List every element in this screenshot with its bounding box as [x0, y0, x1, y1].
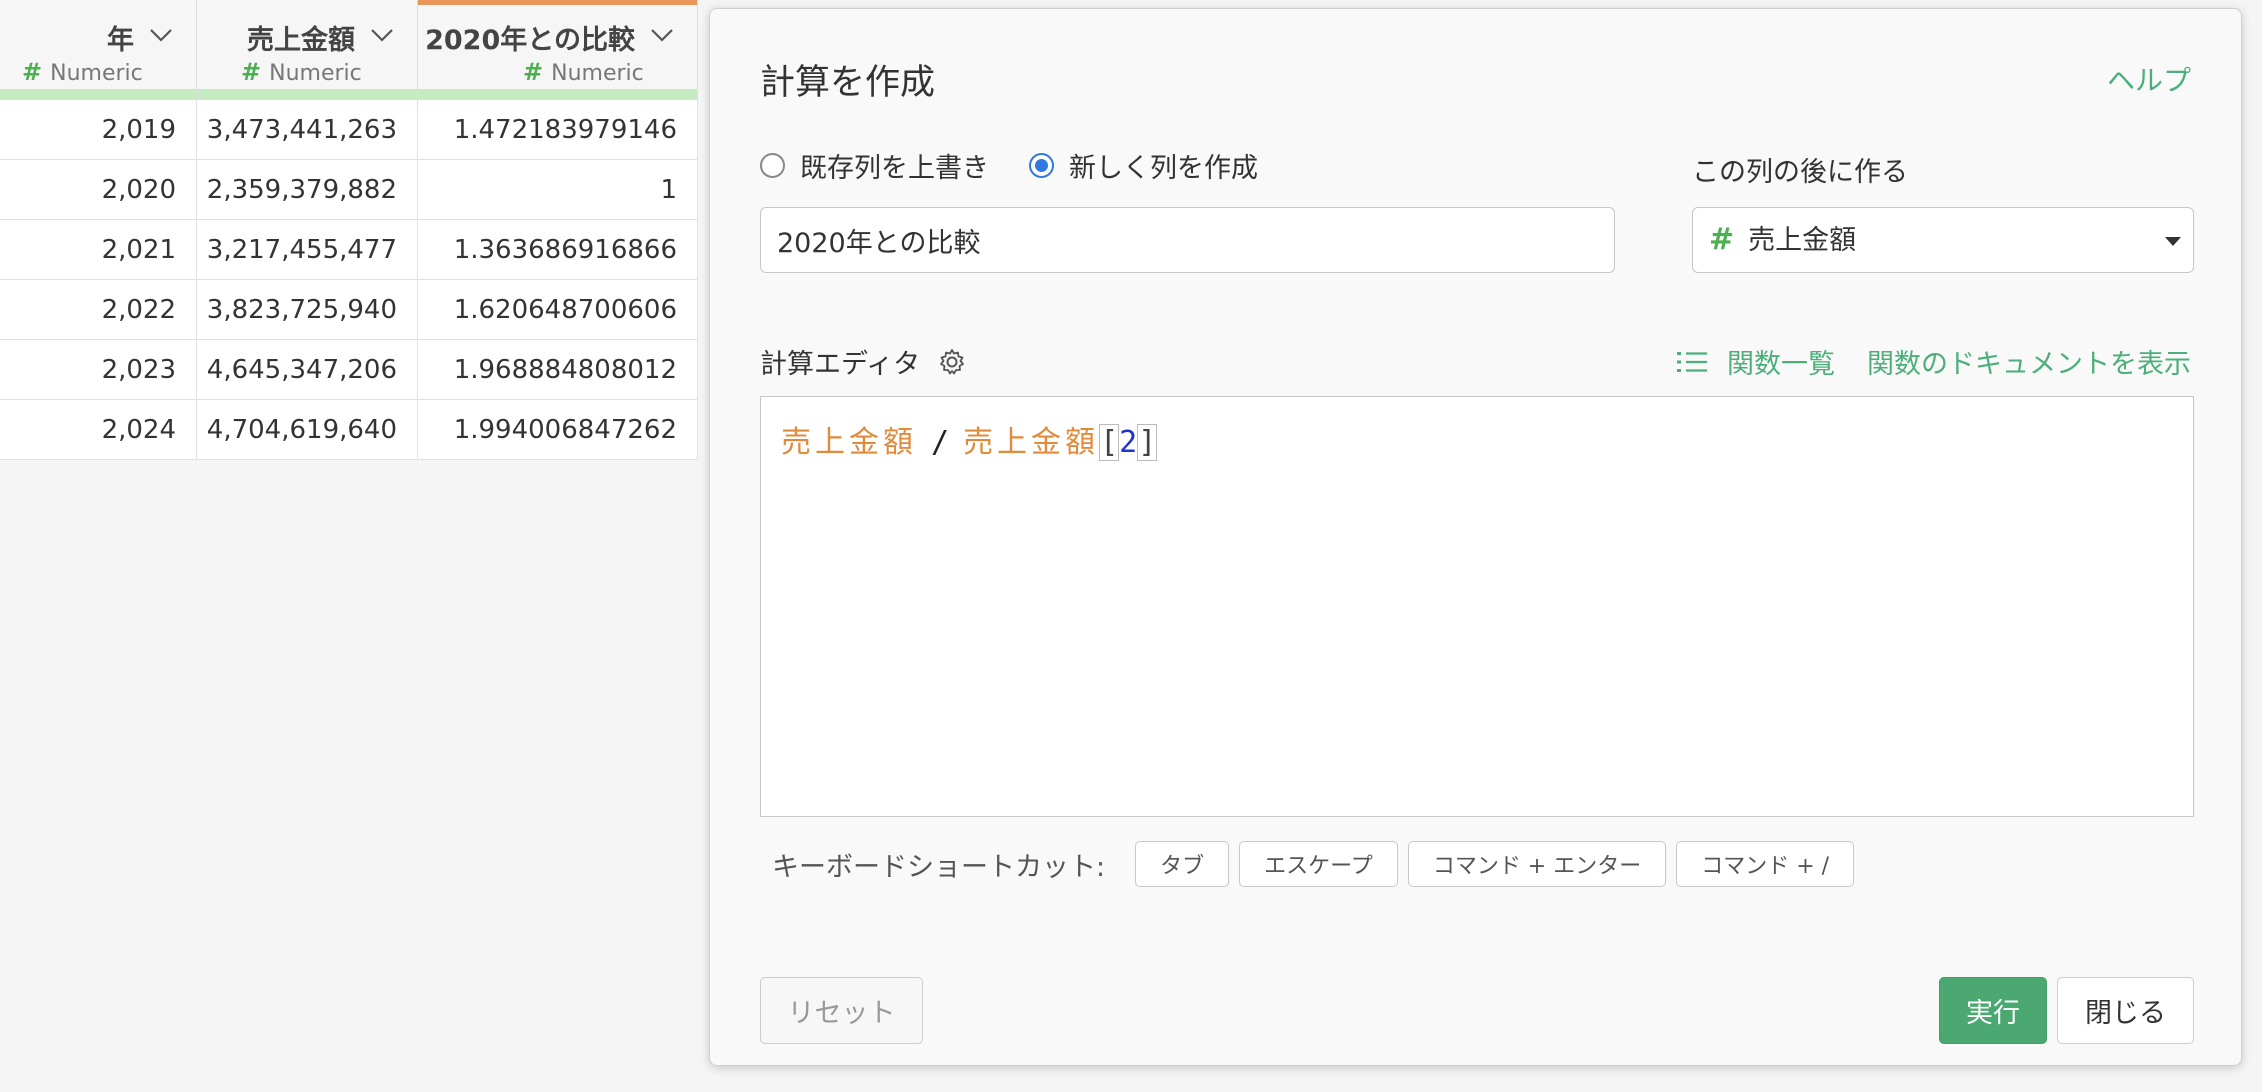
new-column-label: 新しく列を作成: [1069, 153, 1258, 184]
shortcut-key: コマンド + /: [1676, 841, 1855, 887]
column-type-label: Numeric: [50, 61, 143, 86]
expression-column-token: 売上金額: [963, 425, 1100, 460]
table-cell[interactable]: 2,024: [0, 400, 197, 459]
expression-bracket: ]: [1137, 424, 1158, 461]
shortcut-label: キーボードショートカット:: [772, 851, 1106, 883]
expression-bracket: [: [1099, 424, 1120, 461]
table-cell[interactable]: 3,823,725,940: [197, 280, 418, 339]
column-header-comparison[interactable]: 2020年との比較 # Numeric: [418, 0, 698, 99]
table-cell[interactable]: 2,021: [0, 220, 197, 279]
table-cell[interactable]: 2,359,379,882: [197, 160, 418, 219]
column-type-label: Numeric: [551, 61, 644, 86]
table-cell[interactable]: 4,645,347,206: [197, 340, 418, 399]
table-row: 2,022 3,823,725,940 1.620648700606: [0, 280, 698, 340]
data-grid: 年 # Numeric 売上金額 # Numeric 2020年との比較 # Nume…: [0, 0, 698, 460]
column-type: # Numeric: [241, 58, 362, 86]
list-icon: [1677, 351, 1707, 372]
dropdown-caret-icon: [2165, 237, 2181, 246]
table-cell[interactable]: 4,704,619,640: [197, 400, 418, 459]
column-header-year[interactable]: 年 # Numeric: [0, 0, 197, 99]
numeric-hash-icon: #: [1709, 222, 1735, 257]
function-links: 関数一覧 関数のドキュメントを表示: [1677, 342, 2191, 381]
table-cell[interactable]: 1: [418, 160, 698, 219]
insert-after-select[interactable]: # 売上金額: [1692, 207, 2194, 273]
table-row: 2,020 2,359,379,882 1: [0, 160, 698, 220]
reset-button[interactable]: リセット: [760, 977, 923, 1044]
table-row: 2,024 4,704,619,640 1.994006847262: [0, 400, 698, 460]
gear-icon[interactable]: [938, 348, 966, 376]
column-name-input[interactable]: [760, 207, 1615, 273]
chevron-down-icon[interactable]: [148, 26, 174, 44]
editor-label: 計算エディタ: [760, 349, 921, 380]
table-cell[interactable]: 1.620648700606: [418, 280, 698, 339]
function-list-link[interactable]: 関数一覧: [1727, 342, 1835, 381]
chevron-down-icon[interactable]: [649, 26, 675, 44]
grid-header: 年 # Numeric 売上金額 # Numeric 2020年との比較 # Nume…: [0, 0, 698, 100]
table-cell[interactable]: 1.968884808012: [418, 340, 698, 399]
shortcut-key: コマンド + エンター: [1407, 841, 1667, 887]
numeric-hash-icon: #: [523, 58, 544, 86]
chevron-down-icon[interactable]: [369, 26, 395, 44]
overwrite-radio[interactable]: [760, 153, 785, 178]
column-type: # Numeric: [22, 58, 143, 86]
table-cell[interactable]: 2,020: [0, 160, 197, 219]
column-name: 売上金額: [247, 25, 355, 56]
numeric-hash-icon: #: [22, 58, 43, 86]
mode-radio-group: 既存列を上書き 新しく列を作成: [760, 146, 1298, 185]
table-row: 2,021 3,217,455,477 1.363686916866: [0, 220, 698, 280]
create-calculation-dialog: 計算を作成 ヘルプ 既存列を上書き 新しく列を作成 この列の後に作る # 売上金額…: [709, 8, 2242, 1066]
table-cell[interactable]: 2,019: [0, 100, 197, 159]
column-name: 2020年との比較: [425, 25, 635, 56]
table-cell[interactable]: 1.994006847262: [418, 400, 698, 459]
data-quality-bar: [418, 89, 697, 99]
new-column-radio[interactable]: [1029, 153, 1054, 178]
table-row: 2,023 4,645,347,206 1.968884808012: [0, 340, 698, 400]
selected-column: 売上金額: [1748, 225, 1857, 256]
function-docs-link[interactable]: 関数のドキュメントを表示: [1867, 342, 2191, 381]
expression-index: 2: [1119, 425, 1138, 460]
table-cell[interactable]: 3,217,455,477: [197, 220, 418, 279]
column-type-label: Numeric: [269, 61, 362, 86]
table-cell[interactable]: 2,023: [0, 340, 197, 399]
expression-operator: /: [931, 425, 950, 460]
table-cell[interactable]: 2,022: [0, 280, 197, 339]
shortcut-key: エスケープ: [1239, 841, 1398, 887]
column-name: 年: [107, 25, 134, 56]
insert-after-label: この列の後に作る: [1692, 157, 1908, 188]
column-type: # Numeric: [523, 58, 644, 86]
help-link[interactable]: ヘルプ: [2107, 59, 2191, 99]
table-row: 2,019 3,473,441,263 1.472183979146: [0, 100, 698, 160]
table-cell[interactable]: 1.472183979146: [418, 100, 698, 159]
editor-label-row: 計算エディタ: [760, 342, 966, 381]
close-button[interactable]: 閉じる: [2057, 977, 2194, 1044]
keyboard-shortcuts: キーボードショートカット: タブ エスケープ コマンド + エンター コマンド …: [772, 841, 1864, 887]
expression-column-token: 売上金額: [781, 425, 917, 460]
table-cell[interactable]: 1.363686916866: [418, 220, 698, 279]
shortcut-key: タブ: [1135, 841, 1230, 887]
dialog-title: 計算を作成: [760, 63, 936, 103]
data-quality-bar: [0, 89, 196, 99]
new-column-option[interactable]: 新しく列を作成: [1029, 146, 1258, 185]
data-quality-bar: [197, 89, 417, 99]
overwrite-column-option[interactable]: 既存列を上書き: [760, 146, 989, 185]
run-button[interactable]: 実行: [1939, 977, 2047, 1044]
overwrite-label: 既存列を上書き: [800, 153, 989, 184]
numeric-hash-icon: #: [241, 58, 262, 86]
column-header-sales[interactable]: 売上金額 # Numeric: [197, 0, 418, 99]
calculation-editor[interactable]: 売上金額 / 売上金額[2]: [760, 396, 2194, 817]
table-cell[interactable]: 3,473,441,263: [197, 100, 418, 159]
